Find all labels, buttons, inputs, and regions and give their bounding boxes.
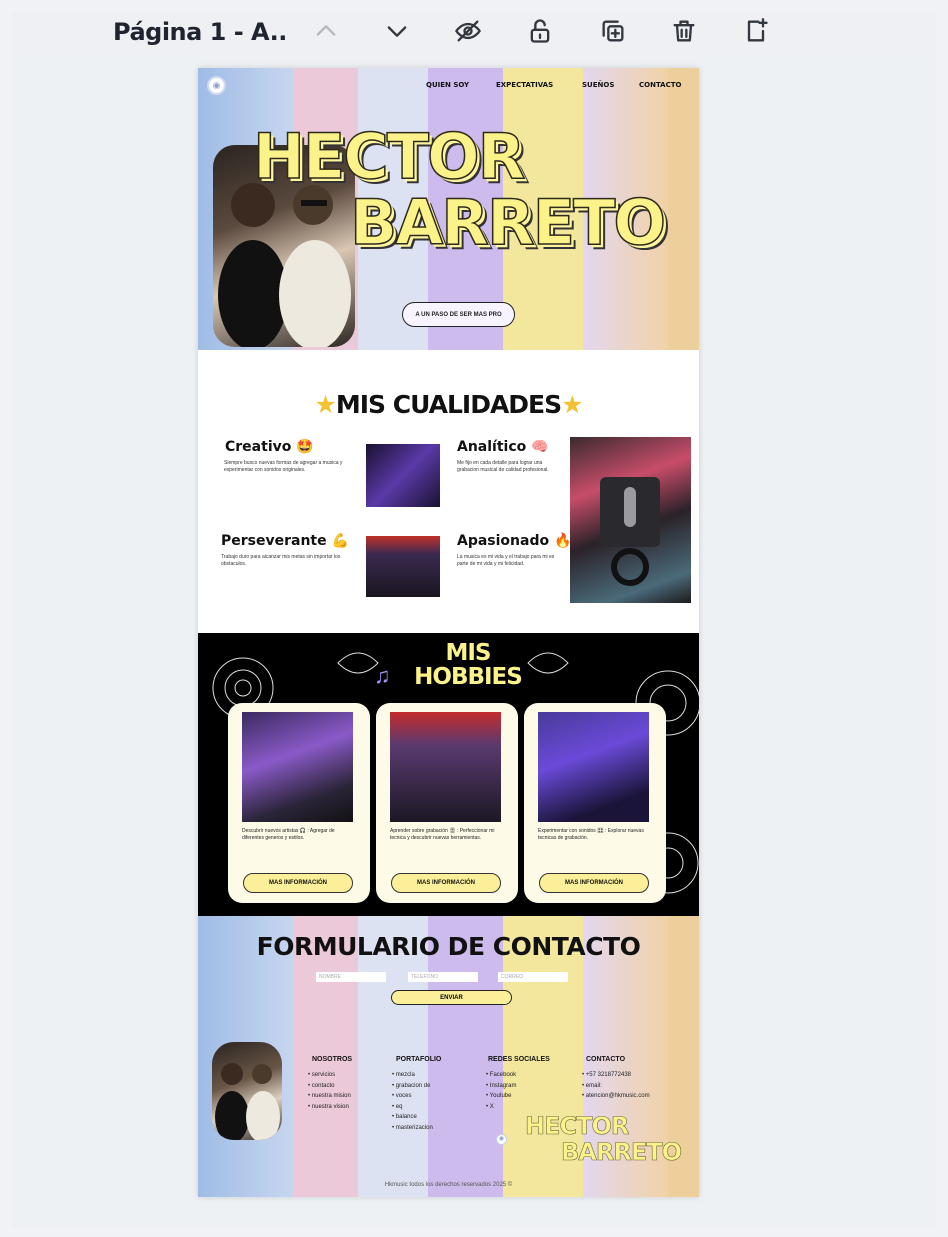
hero-title-last: BARRETO xyxy=(349,185,667,260)
star-icon: ★ xyxy=(561,390,583,419)
footer-link[interactable]: servicios xyxy=(308,1070,351,1081)
footer-link[interactable]: mezcla xyxy=(392,1070,433,1081)
footer-heading-contacto: CONTACTO xyxy=(586,1056,626,1063)
nav-suenos[interactable]: SUEÑOS xyxy=(582,81,614,89)
footer-list-redes: Facebook Instagram Youtube X xyxy=(486,1070,517,1113)
hero-title-first: HECTOR xyxy=(252,119,526,194)
footer-email-label: email: xyxy=(582,1081,650,1092)
footer-link[interactable]: Youtube xyxy=(486,1091,516,1102)
hobby-card: Experimentar con sonidos 🎛 : Explorar nu… xyxy=(524,703,666,903)
add-page-icon[interactable] xyxy=(740,14,772,48)
quality-title-perseverante: Perseverante 💪 xyxy=(221,533,349,549)
quality-text-apasionado: La musica es mi vida y el trabajo para m… xyxy=(457,554,555,567)
footer-link[interactable]: balance xyxy=(392,1112,433,1123)
studio-image xyxy=(366,536,440,597)
lock-open-icon[interactable] xyxy=(524,14,556,48)
hobby-card: Aprender sobre grabación 🎚 : Perfecciona… xyxy=(376,703,518,903)
hero-section: ◉ QUIEN SOY EXPECTATIVAS SUEÑOS CONTACTO… xyxy=(198,68,699,350)
chevron-up-icon[interactable] xyxy=(310,14,342,48)
nav-contacto[interactable]: CONTACTO xyxy=(639,81,681,89)
footer-link[interactable]: grabacion de xyxy=(392,1081,433,1092)
hobby-text: Aprender sobre grabación 🎚 : Perfecciona… xyxy=(390,828,495,841)
footer-link[interactable]: eq xyxy=(392,1102,433,1113)
name-field[interactable]: NOMBRE xyxy=(316,972,386,982)
hobby-text: Experimentar con sonidos 🎛 : Explorar nu… xyxy=(538,828,644,841)
footer-list-nosotros: servicios contacto nuestra mision nuestr… xyxy=(308,1070,351,1112)
footer-link[interactable]: contacto xyxy=(308,1081,351,1092)
email-field[interactable]: CORREO xyxy=(498,972,568,982)
footer-list-contacto: +57 3218772438 email: atencion@hkmusic.c… xyxy=(582,1070,650,1102)
footer-heading-redes: REDES SOCIALES xyxy=(488,1056,550,1063)
footer-link[interactable]: Facebook xyxy=(486,1070,516,1081)
nav-expectativas[interactable]: EXPECTATIVAS xyxy=(496,81,553,89)
hobby-text: Descubrir nuevos artistas 🎧 : Agregar de… xyxy=(242,828,335,841)
hobby-card: Descubrir nuevos artistas 🎧 : Agregar de… xyxy=(228,703,370,903)
qualities-section: ★MIS CUALIDADES★ Creativo 🤩 Siempre busc… xyxy=(198,350,699,633)
quality-text-analitico: Me fijo en cada detalle para lograr una … xyxy=(457,460,549,473)
quality-title-creativo: Creativo 🤩 xyxy=(225,439,314,455)
footer-brand-first: HECTOR xyxy=(525,1112,630,1141)
footer-heading-portafolio: PORTAFOLIO xyxy=(396,1056,442,1063)
footer-list-portafolio: mezcla grabacion de voces eq balance mas… xyxy=(392,1070,433,1133)
phone-field[interactable]: TELEFONO xyxy=(408,972,478,982)
hobbies-title: MIS HOBBIES xyxy=(414,640,523,690)
hero-cta-button[interactable]: A UN PASO DE SER MAS PRO xyxy=(402,302,515,327)
chevron-down-icon[interactable] xyxy=(381,14,413,48)
footer-brand-last: BARRETO xyxy=(561,1138,683,1167)
hobby-image xyxy=(242,712,353,822)
footer-email[interactable]: atencion@hkmusic.com xyxy=(582,1091,650,1102)
footer-phone: +57 3218772438 xyxy=(582,1070,650,1081)
submit-button[interactable]: ENVIAR xyxy=(391,990,512,1005)
contact-form-title: FORMULARIO DE CONTACTO xyxy=(256,932,641,961)
qualities-title: ★MIS CUALIDADES★ xyxy=(314,390,583,419)
trash-icon[interactable] xyxy=(668,14,700,48)
footer-link[interactable]: X xyxy=(486,1102,516,1113)
quality-title-apasionado: Apasionado 🔥 xyxy=(457,533,572,549)
studio-image xyxy=(366,444,440,507)
page-title[interactable]: Página 1 - A.. xyxy=(113,18,287,46)
footer-link[interactable]: voces xyxy=(392,1091,433,1102)
music-note-icon: ♫ xyxy=(374,663,391,688)
footer-link[interactable]: nuestra mision xyxy=(308,1091,351,1102)
footer-photo xyxy=(212,1042,282,1140)
hobby-image xyxy=(538,712,649,822)
microphone-image xyxy=(570,437,691,603)
quality-text-creativo: Siempre busco nuevas formas de agregar a… xyxy=(224,460,343,473)
nav-quien-soy[interactable]: QUIEN SOY xyxy=(426,81,469,89)
site-logo[interactable]: ◉ xyxy=(207,76,226,95)
more-info-button[interactable]: MAS INFORMACIÓN xyxy=(243,873,353,893)
quality-title-analitico: Analítico 🧠 xyxy=(457,439,549,455)
star-icon: ★ xyxy=(314,390,336,419)
copyright-text: Hkmusic todos los derechos reservados 20… xyxy=(384,1182,513,1188)
footer-heading-nosotros: NOSOTROS xyxy=(312,1056,353,1063)
more-info-button[interactable]: MAS INFORMACIÓN xyxy=(391,873,501,893)
design-page[interactable]: ◉ QUIEN SOY EXPECTATIVAS SUEÑOS CONTACTO… xyxy=(198,68,699,1197)
footer-link[interactable]: Instagram xyxy=(486,1081,517,1092)
contact-section: FORMULARIO DE CONTACTO NOMBRE TELEFONO C… xyxy=(198,916,699,1197)
eye-off-icon[interactable] xyxy=(452,14,484,48)
hobbies-section: ♫ MIS HOBBIES Descubrir nuevos artistas … xyxy=(198,633,699,916)
footer-link[interactable]: masterizacion xyxy=(392,1123,433,1134)
footer-link[interactable]: nuestra vision xyxy=(308,1102,351,1113)
duplicate-icon[interactable] xyxy=(597,14,629,48)
more-info-button[interactable]: MAS INFORMACIÓN xyxy=(539,873,649,893)
quality-text-perseverante: Trabajo duro para alcanzar mis metas sin… xyxy=(221,554,341,567)
hobby-image xyxy=(390,712,501,822)
footer-logo: ◉ xyxy=(496,1134,507,1145)
